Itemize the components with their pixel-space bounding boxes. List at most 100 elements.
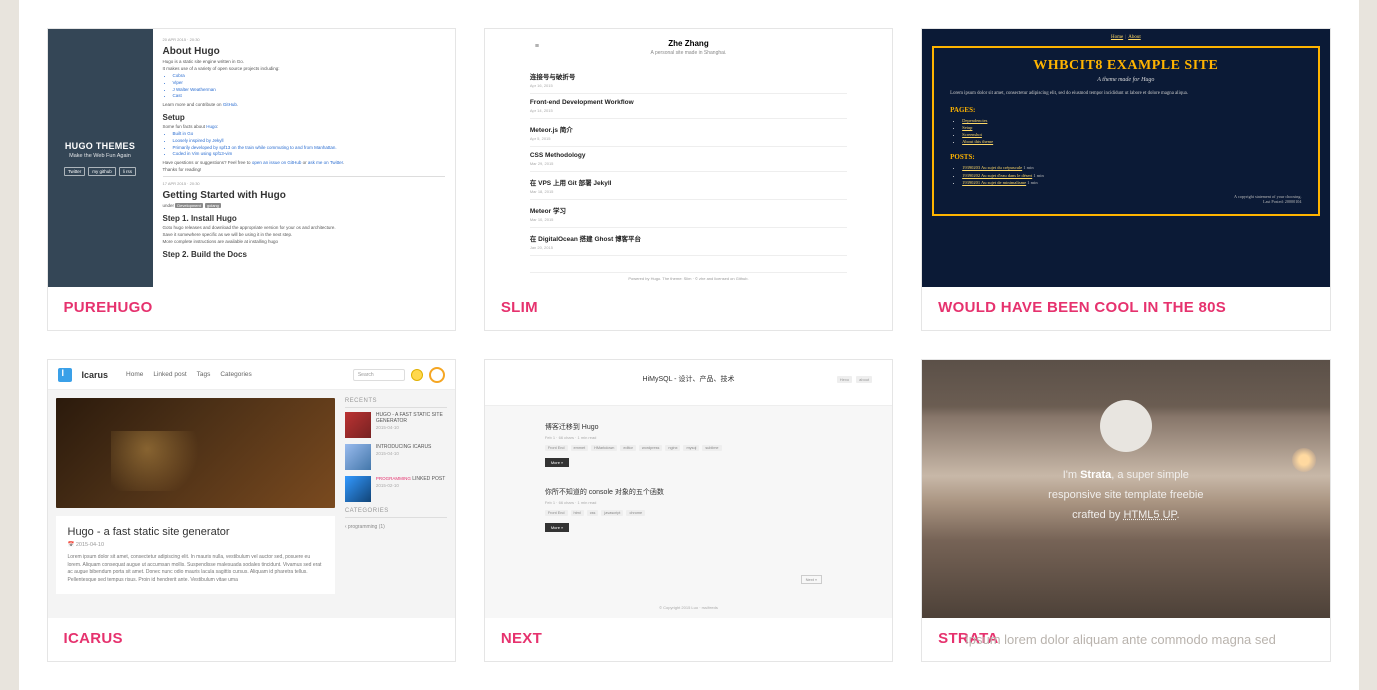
- post-link: Meteor 学习: [530, 205, 847, 215]
- site-tagline: A personal site made in Shanghai.: [530, 50, 847, 56]
- post-link: 19390201 Au sujet de minimalisme 1 min: [962, 179, 1301, 186]
- theme-name: STRATA: [922, 618, 1329, 661]
- logo-icon: [58, 368, 72, 382]
- footer-text: A copyright statement of your choosing. …: [950, 194, 1301, 204]
- post-meta: Feb 1 · 66 chars · 1 min read: [545, 500, 832, 505]
- lib-link: Viper: [173, 80, 445, 87]
- search-icon: [411, 369, 423, 381]
- post-text: Learn more and contribute on GitHub.: [163, 102, 445, 107]
- post-link: 在 VPS 上用 Git 部署 Jekyll: [530, 177, 847, 187]
- theme-thumbnail: Home|About WHBCIT8 EXAMPLE SITE A theme …: [922, 29, 1329, 287]
- theme-thumbnail: ≡ Zhe Zhang A personal site made in Shan…: [485, 29, 892, 287]
- theme-gallery: HUGO THEMES Make the Web Fun Again Twitt…: [19, 0, 1359, 690]
- theme-name: WOULD HAVE BEEN COOL IN THE 80S: [922, 287, 1329, 330]
- theme-thumbnail: HiMySQL - 设计、产品、技术 Hexoabout 博客迁移到 Hugo …: [485, 360, 892, 618]
- post-text: Some fun facts about Hugo:: [163, 124, 445, 129]
- post-title: Getting Started with Hugo: [163, 190, 445, 201]
- post-list: 连接号与破折号Apr 16, 2015 Front-end Developmen…: [530, 66, 847, 256]
- post-text: Have questions or suggestions? Feel free…: [163, 160, 445, 165]
- search-input: Search: [353, 369, 405, 381]
- post-text: It makes use of a variety of open source…: [163, 66, 445, 71]
- theme-card-icarus[interactable]: Icarus Home Linked post Tags Categories …: [47, 359, 456, 662]
- section-heading: PAGES:: [950, 106, 1301, 114]
- more-button: More »: [545, 458, 569, 467]
- site-title: WHBCIT8 EXAMPLE SITE: [950, 58, 1301, 74]
- hero-image: [56, 398, 335, 508]
- post-tags: under Developmentgolang: [163, 203, 445, 208]
- sidebar-tagline: Make the Web Fun Again: [69, 153, 131, 159]
- sidebar-link: li rss: [119, 167, 136, 176]
- top-nav: Home Linked post Tags Categories: [126, 371, 252, 378]
- lib-link: Cast: [173, 93, 445, 100]
- lib-link: Cobra: [173, 73, 445, 80]
- sidebar-link: Twitter: [64, 167, 85, 176]
- theme-card-80s[interactable]: Home|About WHBCIT8 EXAMPLE SITE A theme …: [921, 28, 1330, 331]
- avatar-icon: [429, 367, 445, 383]
- avatar-placeholder: [1100, 400, 1152, 452]
- theme-name: PUREHUGO: [48, 287, 455, 330]
- category-item: ‹ programming (1): [345, 522, 447, 532]
- theme-name: NEXT: [485, 618, 892, 661]
- post-date: 📅 2015-04-10: [68, 542, 323, 548]
- page-link: Dependencies: [962, 118, 987, 123]
- thumb-icon: [345, 444, 371, 470]
- more-button: More »: [545, 523, 569, 532]
- fact-item: Primarily developed by spf13 on the trai…: [173, 145, 445, 152]
- site-name: Zhe Zhang: [530, 39, 847, 48]
- post-date: 17 APR 2015 · 20:30: [163, 181, 445, 186]
- top-nav: Home|About: [932, 35, 1319, 40]
- footer-text: © Copyright 2015 Luo · rss/feeds: [485, 605, 892, 610]
- theme-thumbnail: HUGO THEMES Make the Web Fun Again Twitt…: [48, 29, 455, 287]
- post-step: Step 2. Build the Docs: [163, 250, 445, 259]
- theme-card-purehugo[interactable]: HUGO THEMES Make the Web Fun Again Twitt…: [47, 28, 456, 331]
- footer-text: Powered by Hugo. The theme: Slim · © zhe…: [530, 272, 847, 281]
- recent-item: INTRODUCING ICARUS2015-04-10: [376, 444, 432, 470]
- post-title: Hugo - a fast static site generator: [68, 526, 323, 538]
- hero-text: I'm Strata, a super simple responsive si…: [922, 452, 1329, 525]
- theme-card-slim[interactable]: ≡ Zhe Zhang A personal site made in Shan…: [484, 28, 893, 331]
- post-tags: Front EndemmetHMarkdowneditorwordpressng…: [545, 445, 832, 451]
- theme-name: SLIM: [485, 287, 892, 330]
- post-link: 19390202 Au sujet d'eau dans le désert 1…: [962, 172, 1301, 179]
- post-text: Save it somewhere specific as we will be…: [163, 232, 445, 237]
- theme-thumbnail: I'm Strata, a super simple responsive si…: [922, 360, 1329, 618]
- post-heading: Setup: [163, 113, 445, 122]
- post-tags: Front Endhtmlcssjavascriptchrome: [545, 510, 832, 516]
- lib-link: J Walter Weatherman: [173, 87, 445, 94]
- theme-thumbnail: Icarus Home Linked post Tags Categories …: [48, 360, 455, 618]
- brand-name: Icarus: [82, 370, 109, 380]
- post-link: Front-end Development Workflow: [530, 99, 847, 106]
- recent-item: HUGO - A FAST STATIC SITE GENERATOR2015-…: [376, 412, 447, 438]
- sidebar-heading: RECENTS: [345, 398, 447, 408]
- site-title: HiMySQL - 设计、产品、技术: [485, 374, 892, 384]
- sidebar-link: my github: [88, 167, 116, 176]
- fact-item: Coded in Vim using spf13-vim: [173, 151, 445, 158]
- sidebar-title: HUGO THEMES: [65, 141, 135, 151]
- section-heading: POSTS:: [950, 153, 1301, 161]
- theme-grid: HUGO THEMES Make the Web Fun Again Twitt…: [47, 28, 1331, 662]
- post-text: More complete instructions are available…: [163, 239, 445, 244]
- post-title: About Hugo: [163, 46, 445, 57]
- page-link: Setup: [962, 125, 972, 130]
- post-meta: Feb 1 · 66 chars · 1 min read: [545, 435, 832, 440]
- post-title: 博客迁移到 Hugo: [545, 422, 832, 432]
- theme-card-next[interactable]: HiMySQL - 设计、产品、技术 Hexoabout 博客迁移到 Hugo …: [484, 359, 893, 662]
- pager-next: Next »: [801, 575, 823, 584]
- post-link: 连接号与破折号: [530, 71, 847, 81]
- intro-text: Lorem ipsum dolor sit amet, consectetur …: [950, 91, 1301, 98]
- theme-card-strata[interactable]: I'm Strata, a super simple responsive si…: [921, 359, 1330, 662]
- fact-item: Loosely inspired by Jekyll: [173, 138, 445, 145]
- sidebar-heading: CATEGORIES: [345, 508, 447, 518]
- post-text: Hugo is a static site engine written in …: [163, 59, 445, 64]
- post-link: CSS Methodology: [530, 152, 847, 159]
- post-date: 20 APR 2015 · 20:30: [163, 37, 445, 42]
- sun-icon: [1292, 448, 1316, 472]
- post-text: Lorem ipsum dolor sit amet, consectetur …: [68, 554, 323, 584]
- menu-icon: ≡: [535, 43, 539, 50]
- nav-tags: Hexoabout: [837, 376, 872, 383]
- theme-name: ICARUS: [48, 618, 455, 661]
- thumb-icon: [345, 412, 371, 438]
- page-link: Screenshot: [962, 132, 982, 137]
- page-link: About this theme: [962, 139, 993, 144]
- fact-item: Built in Go: [173, 131, 445, 138]
